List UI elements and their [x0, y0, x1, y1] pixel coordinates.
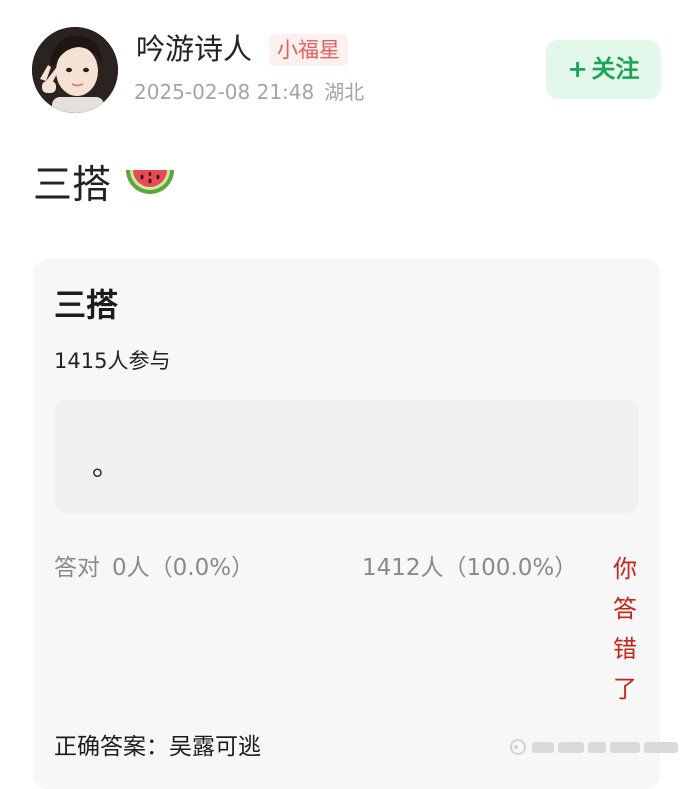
avatar[interactable]	[32, 27, 118, 113]
post-text: 三搭	[33, 163, 112, 208]
quiz-card	[33, 259, 660, 789]
post-timestamp: 2025-02-08 21:48	[134, 80, 315, 104]
stat-correct-label: 答对	[54, 555, 100, 581]
watermelon-icon	[126, 170, 174, 194]
follow-button[interactable]: + 关注	[546, 40, 661, 99]
stat-wrong-count: 1412人（100.0%）	[362, 555, 578, 581]
post-meta: 2025-02-08 21:48 湖北	[134, 78, 364, 106]
quiz-title: 三搭	[54, 286, 119, 324]
stat-correct-count: 0人（0.0%）	[112, 555, 255, 581]
watermark-icon	[510, 739, 678, 755]
quiz-participants: 1415人参与	[54, 349, 171, 373]
user-name[interactable]: 吟游诗人	[136, 31, 252, 67]
post-location: 湖北	[324, 80, 365, 104]
stat-correct: 答对 0人（0.0%）	[54, 552, 254, 584]
correct-answer: 正确答案：吴露可逃	[54, 734, 261, 760]
result-text: 你答错了	[613, 555, 637, 703]
follow-button-label: 关注	[591, 55, 640, 83]
user-badge: 小福星	[269, 34, 348, 66]
plus-icon: +	[567, 55, 588, 83]
avatar-photo	[32, 27, 118, 113]
quiz-option-text: 。	[92, 449, 121, 482]
quiz-option[interactable]	[54, 399, 639, 514]
